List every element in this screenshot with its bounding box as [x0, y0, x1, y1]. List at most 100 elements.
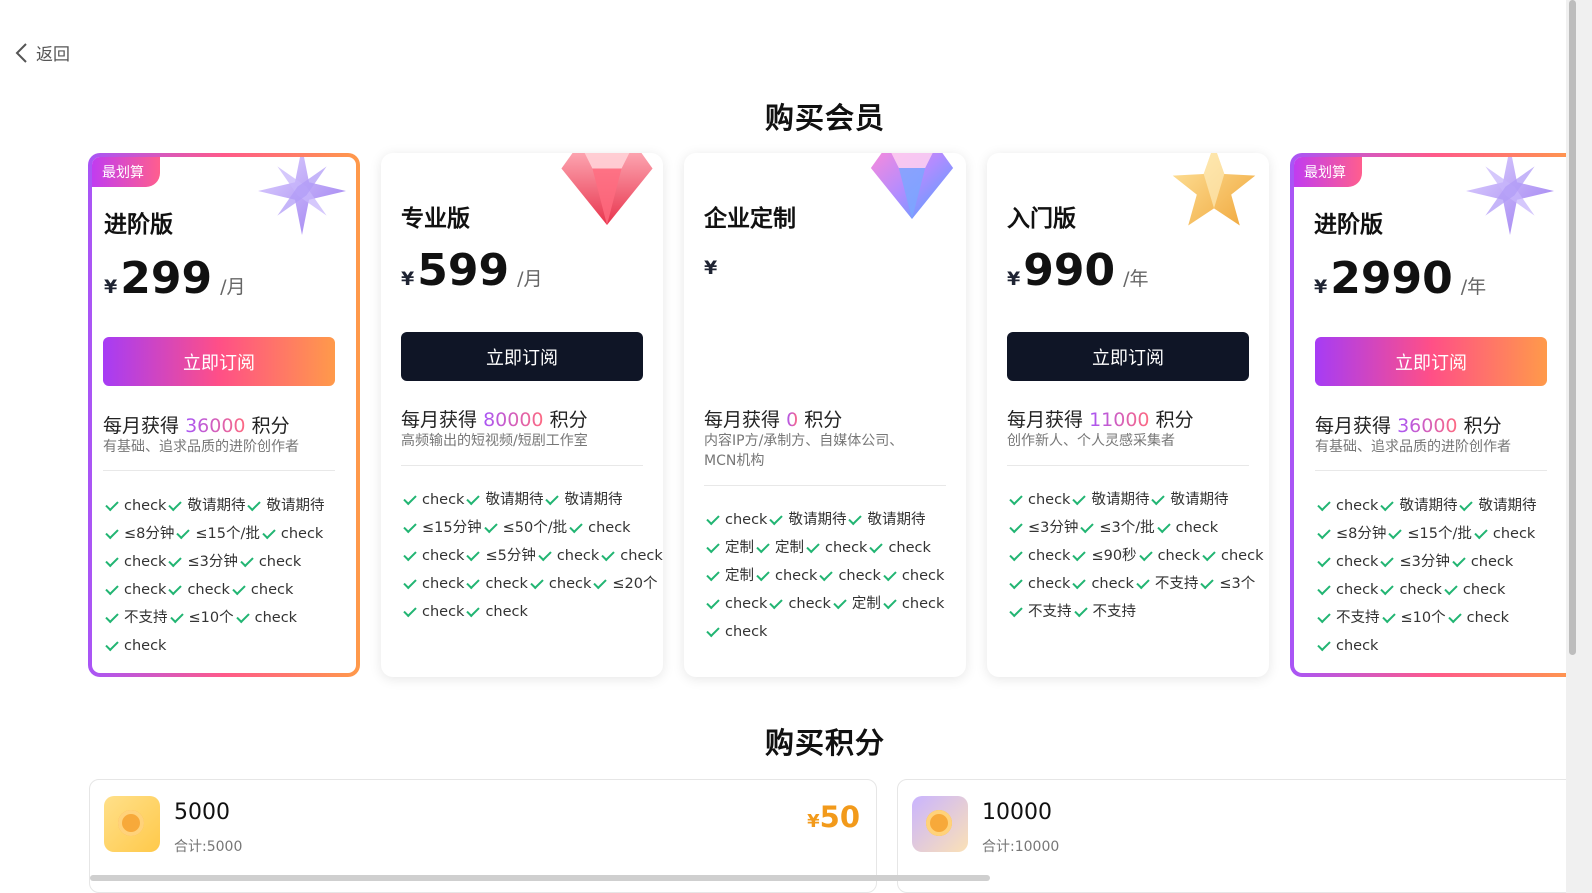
- plan-card-advanced-yearly: 最划算 进阶版 ¥ 2990 /年 立即订阅 每月获得 36000 积分 有基础…: [1290, 153, 1566, 677]
- feature-row: check ≤3分钟 check: [103, 548, 324, 576]
- feature-item: 敬请期待: [1478, 498, 1537, 514]
- check-icon: [569, 519, 583, 533]
- feature-item: ≤10个: [188, 610, 234, 626]
- check-icon: [168, 581, 183, 595]
- plan-name: 进阶版: [1314, 212, 1383, 238]
- check-icon: [176, 525, 191, 539]
- membership-title: 购买会员: [764, 101, 885, 135]
- check-icon: [806, 539, 820, 553]
- check-icon: [1380, 553, 1395, 567]
- vertical-scrollbar-thumb[interactable]: [1569, 0, 1576, 655]
- check-icon: [1200, 575, 1215, 589]
- check-icon: [706, 623, 720, 637]
- feature-item: check: [1336, 554, 1379, 570]
- feature-item: check: [1221, 548, 1264, 564]
- subscribe-button[interactable]: 立即订阅: [401, 332, 643, 381]
- feature-item: check: [422, 492, 465, 508]
- gold-coin-icon: [104, 796, 160, 852]
- credits-prefix: 每月获得: [103, 415, 180, 437]
- plan-name: 入门版: [1007, 206, 1076, 232]
- purple-star-icon: [1466, 157, 1554, 235]
- feature-row: check 敬请期待 敬请期待: [704, 506, 944, 534]
- feature-item: check: [280, 526, 324, 542]
- description-line: 内容IP方/承制方、自媒体公司、: [704, 433, 904, 449]
- plan-price: ¥ 599 /月: [401, 245, 543, 296]
- feature-item: check: [1091, 576, 1134, 592]
- horizontal-scrollbar[interactable]: [90, 875, 990, 881]
- feature-row: check 敬请期待 敬请期待: [1007, 486, 1263, 514]
- price-period: /月: [220, 276, 246, 298]
- check-icon: [819, 567, 834, 581]
- check-icon: [466, 547, 481, 561]
- check-icon: [1151, 491, 1166, 505]
- check-icon: [1380, 581, 1395, 595]
- check-icon: [1317, 525, 1331, 539]
- feature-item: 不支持: [1154, 576, 1199, 592]
- feature-item: check: [620, 548, 663, 564]
- check-icon: [403, 519, 417, 533]
- price-period: /年: [1460, 276, 1487, 298]
- feature-item: check: [1462, 582, 1506, 598]
- price-amount: 2990: [1330, 253, 1453, 304]
- check-icon: [1317, 581, 1331, 595]
- feature-item: check: [485, 576, 528, 592]
- credits-value: 36000: [1397, 415, 1458, 437]
- check-icon: [883, 567, 897, 581]
- package-amount: 5000: [174, 800, 230, 825]
- feature-row: check check: [401, 598, 663, 626]
- check-icon: [1317, 609, 1331, 623]
- back-button[interactable]: 返回: [14, 40, 70, 65]
- check-icon: [706, 539, 720, 553]
- feature-item: check: [1399, 582, 1442, 598]
- credit-package-card[interactable]: 10000 合计:10000: [897, 779, 1566, 893]
- feature-item: check: [788, 596, 831, 612]
- check-icon: [756, 567, 770, 581]
- feature-item: ≤8分钟: [1336, 526, 1387, 542]
- subscribe-button[interactable]: 立即订阅: [1007, 332, 1249, 381]
- check-icon: [706, 595, 720, 609]
- check-icon: [706, 567, 720, 581]
- gold-star-icon: [1172, 153, 1256, 226]
- feature-row: check check 定制 check: [704, 590, 944, 618]
- package-amount: 10000: [982, 800, 1052, 825]
- check-icon: [1009, 491, 1023, 505]
- subscribe-button[interactable]: 立即订阅: [103, 337, 335, 386]
- feature-item: 敬请期待: [485, 492, 544, 508]
- check-icon: [530, 575, 544, 589]
- feature-item: 定制: [775, 540, 804, 556]
- feature-item: check: [1466, 610, 1510, 626]
- feature-item: ≤15个/批: [1407, 526, 1472, 542]
- check-icon: [1447, 609, 1462, 623]
- currency-symbol: ¥: [1314, 276, 1328, 298]
- feature-row: check check check ≤20个: [401, 570, 663, 598]
- subscribe-button[interactable]: 立即订阅: [1315, 337, 1547, 386]
- plan-name: 企业定制: [704, 206, 796, 232]
- check-icon: [833, 595, 847, 609]
- check-icon: [1072, 491, 1087, 505]
- plan-price: ¥: [704, 257, 728, 279]
- check-icon: [869, 539, 884, 553]
- feature-item: 定制: [725, 540, 754, 556]
- credits-prefix: 每月获得: [1315, 415, 1392, 437]
- check-icon: [1459, 497, 1474, 511]
- plan-description: 有基础、追求品质的进阶创作者: [1315, 439, 1511, 455]
- feature-item: 敬请期待: [1091, 492, 1150, 508]
- feature-item: check: [1336, 498, 1379, 514]
- feature-item: ≤90秒: [1091, 548, 1137, 564]
- monthly-credits: 每月获得 36000 积分: [1315, 411, 1502, 438]
- feature-item: check: [1336, 582, 1379, 598]
- credits-value: 80000: [483, 409, 544, 431]
- currency-symbol: ¥: [807, 811, 820, 832]
- check-icon: [1317, 497, 1331, 511]
- check-icon: [1202, 547, 1216, 561]
- price-period: /月: [517, 268, 543, 290]
- feature-item: ≤3分钟: [1399, 554, 1450, 570]
- monthly-credits: 每月获得 36000 积分: [103, 411, 290, 438]
- check-icon: [1388, 525, 1403, 539]
- check-icon: [168, 553, 183, 567]
- check-icon: [601, 547, 615, 561]
- check-icon: [1136, 575, 1150, 589]
- credits-value: 36000: [185, 415, 246, 437]
- feature-list: check 敬请期待 敬请期待 ≤8分钟 ≤15个/批 check check ≤3分钟 c…: [103, 492, 324, 660]
- feature-item: check: [775, 568, 818, 584]
